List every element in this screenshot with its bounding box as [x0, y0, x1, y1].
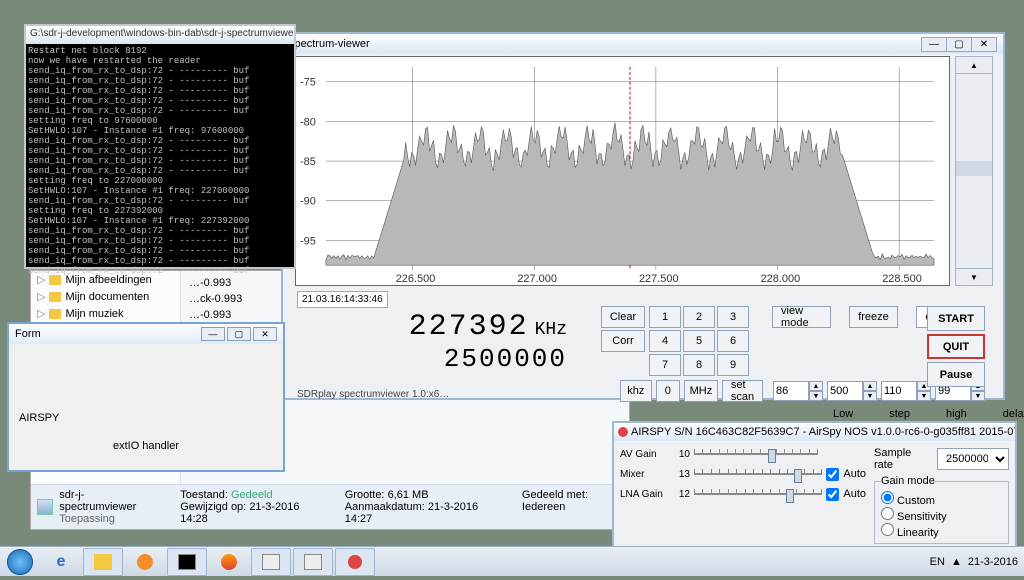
app-icon — [37, 499, 53, 515]
taskbar: e EN ▲ 21-3-2016 — [0, 546, 1024, 576]
console-window: G:\sdr-j-development\windows-bin-dab\sdr… — [24, 24, 296, 269]
sidebar-item[interactable]: ▷Mijn muziek — [31, 305, 180, 322]
gain-mode-radio[interactable] — [881, 491, 894, 504]
frequency-display: 227392KHz 2500000 — [297, 306, 577, 386]
clock-date: 21-3-2016 — [968, 556, 1018, 568]
start-button[interactable]: START — [927, 306, 985, 331]
scroll-thumb[interactable] — [956, 161, 992, 176]
maximize-button[interactable]: ▢ — [227, 327, 251, 341]
quit-button[interactable]: QUIT — [927, 334, 985, 359]
gain-slider-avgain[interactable]: AV Gain10 — [620, 447, 866, 461]
key-2[interactable]: 2 — [683, 306, 715, 328]
freeze-button[interactable]: freeze — [849, 306, 898, 328]
key-3[interactable]: 3 — [717, 306, 749, 328]
pause-button[interactable]: Pause — [927, 362, 985, 387]
svg-text:-85: -85 — [300, 156, 316, 168]
form-title: Form — [15, 328, 41, 340]
scroll-up-button[interactable]: ▲ — [955, 56, 993, 74]
svg-text:-80: -80 — [300, 116, 316, 128]
gain-mode-radio[interactable] — [881, 523, 894, 536]
key-9[interactable]: 9 — [717, 354, 749, 376]
svg-text:227.000: 227.000 — [517, 273, 557, 285]
viewmode-button[interactable]: view mode — [772, 306, 831, 328]
explorer-statusbar: sdr-j-spectrumviewer Toepassing Toestand… — [31, 484, 629, 529]
gain-mode-group: Gain mode Custom Sensitivity Linearity — [874, 475, 1009, 544]
console-output: Restart net block 8192 now we have resta… — [26, 44, 294, 278]
clear-button[interactable]: Clear — [601, 306, 645, 328]
khz-button[interactable]: khz — [620, 380, 652, 402]
svg-text:227.500: 227.500 — [639, 273, 679, 285]
key-7[interactable]: 7 — [649, 354, 681, 376]
status-filetype: Toepassing — [59, 513, 150, 525]
console-title: G:\sdr-j-development\windows-bin-dab\sdr… — [26, 26, 294, 44]
maximize-button[interactable]: ▢ — [946, 37, 972, 52]
svg-text:228.000: 228.000 — [761, 273, 801, 285]
gain-slider-mixer[interactable]: Mixer13Auto — [620, 467, 866, 481]
scroll-down-button[interactable]: ▼ — [955, 268, 993, 286]
setscan-button[interactable]: set scan — [722, 380, 763, 402]
explorer-icon[interactable] — [83, 548, 123, 576]
extio-label: extIO handler — [19, 440, 273, 452]
minimize-button[interactable]: — — [201, 327, 225, 341]
close-button[interactable]: ✕ — [971, 37, 997, 52]
ie-icon[interactable]: e — [41, 548, 81, 576]
key-1[interactable]: 1 — [649, 306, 681, 328]
auto-checkbox[interactable] — [826, 468, 839, 481]
svg-text:228.500: 228.500 — [882, 273, 922, 285]
auto-checkbox[interactable] — [826, 488, 839, 501]
svg-text:-95: -95 — [300, 235, 316, 247]
antenna-icon — [618, 427, 628, 437]
key-4[interactable]: 4 — [649, 330, 681, 352]
form-window: Form — ▢ ✕ AIRSPY extIO handler — [7, 322, 285, 472]
system-tray[interactable]: EN ▲ 21-3-2016 — [924, 556, 1024, 568]
minimize-button[interactable]: — — [921, 37, 947, 52]
start-button[interactable] — [0, 547, 40, 577]
gain-mode-radio[interactable] — [881, 507, 894, 520]
airspy-window: AIRSPY S/N 16C463C82F5639C7 - AirSpy NOS… — [612, 421, 1017, 549]
spectrum-task-icon[interactable] — [293, 548, 333, 576]
svg-text:-75: -75 — [300, 77, 316, 89]
gain-slider-lnagain[interactable]: LNA Gain12Auto — [620, 487, 866, 501]
key-0[interactable]: 0 — [656, 380, 680, 402]
media-icon[interactable] — [125, 548, 165, 576]
spectrum-plot[interactable]: -75 -80 -85 -90 -95 226.500 227.000 227.… — [295, 56, 950, 286]
spectrum-title: spectrum-viewer — [289, 38, 370, 50]
spin-step[interactable]: ▲▼ — [827, 381, 877, 401]
key-8[interactable]: 8 — [683, 354, 715, 376]
key-6[interactable]: 6 — [717, 330, 749, 352]
airspy-title: AIRSPY S/N 16C463C82F5639C7 - AirSpy NOS… — [631, 426, 1015, 438]
sidebar-item[interactable]: ▷Mijn documenten — [31, 288, 180, 305]
airspy-label: AIRSPY — [19, 412, 273, 424]
form-task-icon[interactable] — [251, 548, 291, 576]
close-button[interactable]: ✕ — [253, 327, 277, 341]
svg-text:226.500: 226.500 — [396, 273, 436, 285]
corr-button[interactable]: Corr — [601, 330, 645, 352]
airspy-task-icon[interactable] — [335, 548, 375, 576]
spectrum-viewer-window: spectrum-viewer — ▢ ✕ -75 -80 -85 — [281, 32, 1005, 400]
freq-value: 227392 — [409, 310, 529, 344]
mhz-button[interactable]: MHz — [684, 380, 718, 402]
spin-low[interactable]: ▲▼ — [773, 381, 823, 401]
status-filename: sdr-j-spectrumviewer — [59, 489, 150, 513]
vertical-scrollbar[interactable]: ▲ ▼ — [955, 56, 993, 286]
rate-value: 2500000 — [444, 344, 567, 374]
sample-rate-select[interactable]: 2500000 — [937, 448, 1009, 470]
lang-indicator[interactable]: EN — [930, 556, 945, 568]
firefox-icon[interactable] — [209, 548, 249, 576]
console-task-icon[interactable] — [167, 548, 207, 576]
status-line: SDRplay spectrumviewer 1.0:x6… — [297, 389, 449, 400]
svg-text:-90: -90 — [300, 196, 316, 208]
spin-high[interactable]: ▲▼ — [881, 381, 931, 401]
key-5[interactable]: 5 — [683, 330, 715, 352]
